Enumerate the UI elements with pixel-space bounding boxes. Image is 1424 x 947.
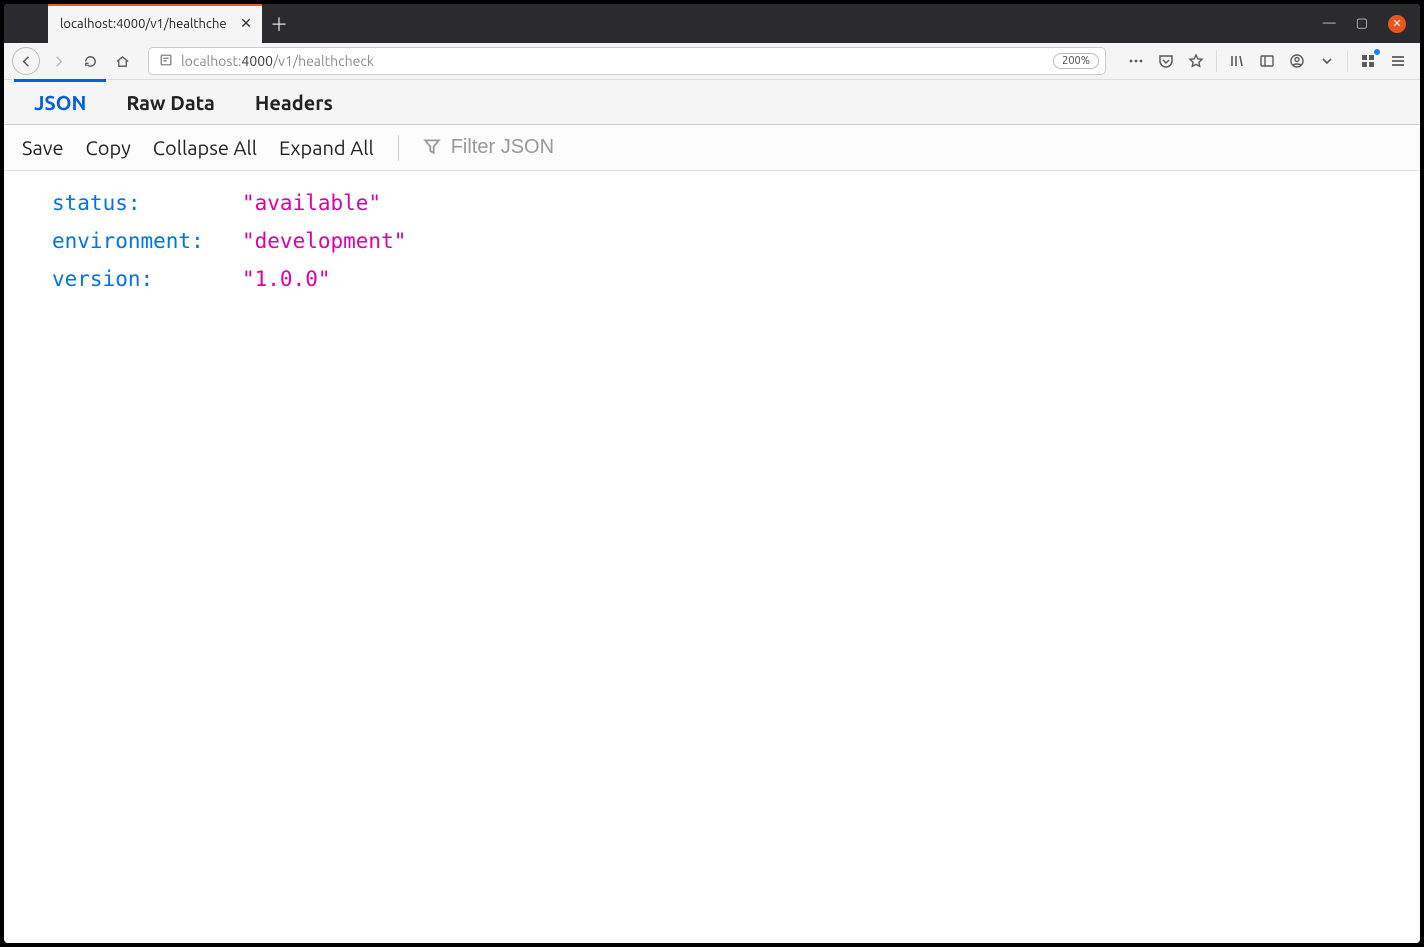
menu-icon[interactable] xyxy=(1384,47,1412,75)
copy-button[interactable]: Copy xyxy=(86,136,131,159)
minimize-icon[interactable]: — xyxy=(1323,17,1336,30)
window-controls: — ▢ ✕ xyxy=(1323,4,1420,43)
save-button[interactable]: Save xyxy=(22,136,64,159)
sidebar-icon[interactable] xyxy=(1253,47,1281,75)
new-tab-button[interactable]: ＋ xyxy=(262,4,296,43)
viewer-tabs: JSON Raw Data Headers xyxy=(4,80,1420,125)
json-value: "available" xyxy=(242,185,381,223)
tab-strip: localhost:4000/v1/healthche ✕ ＋ — ▢ ✕ xyxy=(4,4,1420,43)
reload-button[interactable] xyxy=(76,47,104,75)
pocket-icon[interactable] xyxy=(1152,47,1180,75)
json-row: status: "available" xyxy=(52,185,1420,223)
json-value: "development" xyxy=(242,223,406,261)
url-bar[interactable]: localhost:4000/v1/healthcheck 200% xyxy=(148,47,1106,75)
close-tab-icon[interactable]: ✕ xyxy=(238,16,254,32)
more-actions-icon[interactable] xyxy=(1122,47,1150,75)
json-row: version: "1.0.0" xyxy=(52,261,1420,299)
tab-json[interactable]: JSON xyxy=(14,80,106,124)
extension-icon[interactable] xyxy=(1354,47,1382,75)
json-key: status: xyxy=(52,185,242,223)
expand-all-button[interactable]: Expand All xyxy=(279,136,374,159)
url-text: localhost:4000/v1/healthcheck xyxy=(181,53,1045,69)
json-key: environment: xyxy=(52,223,242,261)
tab-raw-data[interactable]: Raw Data xyxy=(106,80,234,124)
filter-input[interactable] xyxy=(451,136,751,159)
viewer-toolbar: Save Copy Collapse All Expand All xyxy=(4,125,1420,171)
zoom-badge[interactable]: 200% xyxy=(1053,53,1099,69)
browser-tab[interactable]: localhost:4000/v1/healthche ✕ xyxy=(48,4,262,43)
bookmark-star-icon[interactable] xyxy=(1182,47,1210,75)
maximize-icon[interactable]: ▢ xyxy=(1356,17,1368,30)
back-button[interactable] xyxy=(12,47,40,75)
library-icon[interactable] xyxy=(1223,47,1251,75)
overflow-icon[interactable] xyxy=(1313,47,1341,75)
page-info-icon[interactable] xyxy=(159,53,173,70)
tab-headers[interactable]: Headers xyxy=(235,80,353,124)
tab-title: localhost:4000/v1/healthche xyxy=(60,17,232,31)
json-row: environment: "development" xyxy=(52,223,1420,261)
json-value: "1.0.0" xyxy=(242,261,331,299)
json-body: status: "available" environment: "develo… xyxy=(4,171,1420,943)
collapse-all-button[interactable]: Collapse All xyxy=(153,136,257,159)
account-icon[interactable] xyxy=(1283,47,1311,75)
filter-icon xyxy=(423,136,441,159)
close-window-icon[interactable]: ✕ xyxy=(1388,15,1406,33)
home-button[interactable] xyxy=(108,47,136,75)
json-key: version: xyxy=(52,261,242,299)
toolbar-separator xyxy=(398,135,399,161)
navbar: localhost:4000/v1/healthcheck 200% xyxy=(4,43,1420,80)
forward-button xyxy=(44,47,72,75)
